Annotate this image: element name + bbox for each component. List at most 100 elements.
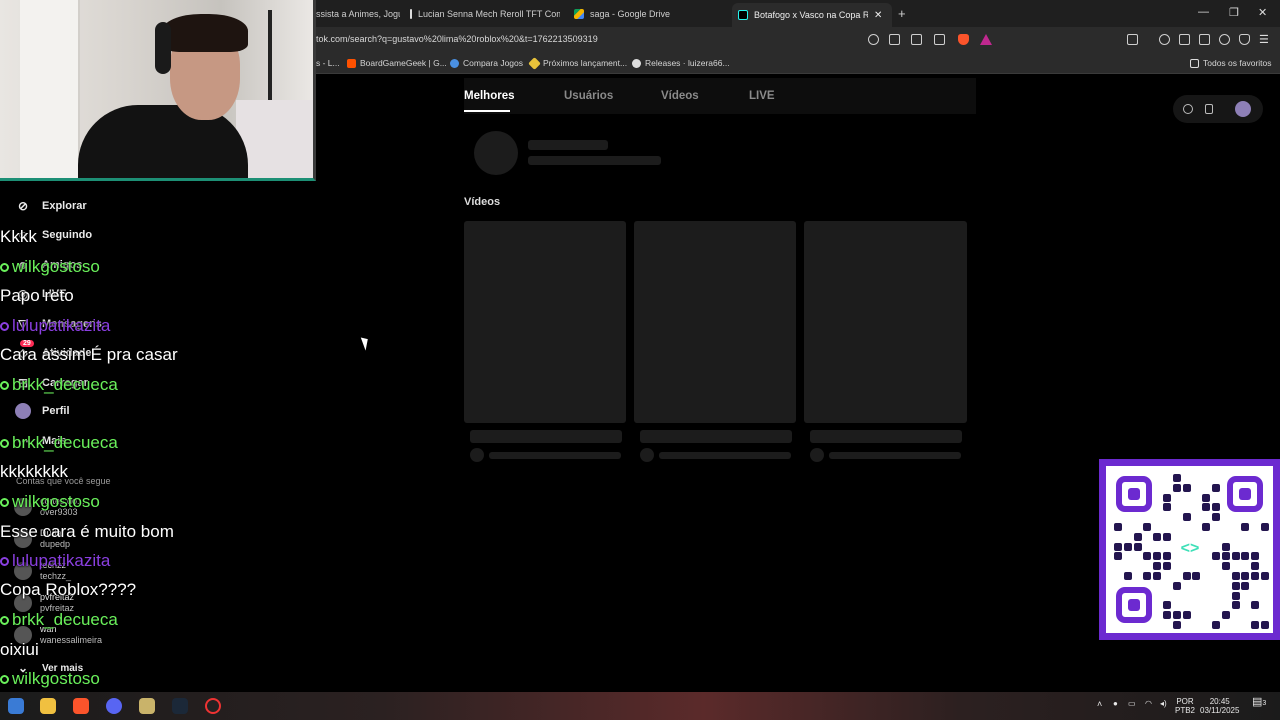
qr-module <box>1202 523 1211 531</box>
wifi-icon[interactable]: ◠ <box>1145 699 1152 708</box>
notifications-icon[interactable]: ▤3 <box>1252 697 1266 708</box>
qr-module <box>1221 552 1230 561</box>
qr-module <box>1182 513 1191 522</box>
video-author-avatar-skeleton <box>640 448 654 462</box>
start-icon[interactable] <box>8 698 24 714</box>
microphone-icon[interactable]: ● <box>1113 699 1118 708</box>
qr-module <box>1221 542 1230 551</box>
sidebar-item-live[interactable]: ◎ LIVE <box>14 285 67 303</box>
qr-module <box>1133 542 1142 551</box>
bookmark[interactable]: Compara Jogos <box>450 58 523 68</box>
brave-shield-icon[interactable] <box>958 34 969 45</box>
bookmark[interactable]: Próximos lançament... <box>528 56 627 70</box>
qr-module <box>1261 523 1269 531</box>
steam-icon[interactable] <box>172 698 188 714</box>
vpn-icon[interactable] <box>1239 34 1250 45</box>
profile-icon <box>14 402 32 420</box>
restore-icon[interactable]: ❐ <box>1229 6 1239 19</box>
sidebar-item-friends[interactable]: ☻ Amigos <box>14 256 83 274</box>
clock[interactable]: 20:45 03/11/2025 <box>1200 697 1239 715</box>
qr-module <box>1231 572 1240 580</box>
active-tab-indicator <box>464 110 510 112</box>
obs-icon[interactable] <box>205 698 221 714</box>
tracking-icon[interactable] <box>868 34 879 45</box>
sidebar-item-explore[interactable]: ⊘ Explorar <box>14 197 87 215</box>
qr-module <box>1143 552 1152 561</box>
all-bookmarks[interactable]: Todos os favoritos <box>1190 58 1272 68</box>
share-icon[interactable] <box>934 34 945 45</box>
translate-icon[interactable] <box>911 34 922 45</box>
sidebar-item-activity[interactable]: ◇ 29 Atividade <box>14 340 92 362</box>
qr-module <box>1182 611 1191 620</box>
video-author-skeleton <box>829 452 961 459</box>
browser-tab[interactable]: Lucian Senna Mech Reroll TFT Comp <box>410 4 560 23</box>
sidebar-item-upload[interactable]: ⊞ Carregar <box>14 374 88 392</box>
brave-icon[interactable] <box>73 698 89 714</box>
webcam-bed <box>236 100 313 178</box>
qr-module <box>1251 562 1260 571</box>
followed-account[interactable]: wan wanessalimeira <box>14 624 102 646</box>
video-title-skeleton <box>640 430 792 443</box>
followed-account[interactable]: techzz techzz_ <box>14 560 71 582</box>
videos-section-title: Vídeos <box>464 196 501 208</box>
wallet-icon[interactable] <box>1199 34 1210 45</box>
device-icon[interactable] <box>1205 104 1213 114</box>
tab-users[interactable]: Usuários <box>564 90 613 102</box>
brave-rewards-icon[interactable] <box>980 34 992 45</box>
sidebar-item-more[interactable]: ⋯ Mais <box>14 432 66 450</box>
bookmark[interactable]: s - L... <box>316 58 340 68</box>
bookmark[interactable]: BoardGameGeek | G... <box>347 58 447 68</box>
avatar <box>14 530 32 548</box>
qr-module <box>1153 562 1162 571</box>
media-icon[interactable] <box>1159 34 1170 45</box>
sidebar-toggle-icon[interactable] <box>1127 34 1138 45</box>
coin-icon[interactable] <box>1183 104 1193 114</box>
chevron-up-icon[interactable]: ˄ <box>1097 700 1102 709</box>
followed-account[interactable]: Duda dupedp <box>14 528 70 550</box>
discord-icon[interactable] <box>106 698 122 714</box>
url-field[interactable]: tok.com/search?q=gustavo%20lima%20roblox… <box>316 34 598 44</box>
browser-tab-active[interactable]: Botafogo x Vasco na Copa Robl ✕ <box>732 3 892 27</box>
upload-icon: ⊞ <box>17 376 29 390</box>
headphones-icon <box>155 22 171 74</box>
minimize-icon[interactable]: — <box>1198 6 1209 18</box>
avatar <box>14 562 32 580</box>
volume-icon[interactable]: ◂) <box>1160 699 1167 708</box>
input-language[interactable]: POR PTB2 <box>1175 697 1195 715</box>
search-tabs: Melhores Usuários Vídeos LIVE <box>464 78 976 114</box>
close-window-icon[interactable]: ✕ <box>1258 6 1267 19</box>
leo-icon[interactable] <box>1219 34 1230 45</box>
browser-tab[interactable]: ssista a Animes, Jogu <box>316 4 400 23</box>
bookmark[interactable]: Releases · luizera66... <box>632 58 730 68</box>
close-tab-icon[interactable]: ✕ <box>874 10 882 21</box>
menu-icon[interactable]: ☰ <box>1259 33 1269 46</box>
qr-module <box>1163 493 1171 502</box>
tab-live[interactable]: LIVE <box>749 90 775 102</box>
see-more-button[interactable]: ⌄ Ver mais <box>14 659 83 677</box>
tab-best[interactable]: Melhores <box>464 90 515 102</box>
qr-module <box>1251 601 1260 610</box>
file-explorer-icon[interactable] <box>40 698 56 714</box>
qr-module <box>1163 532 1171 541</box>
tab-label: ssista a Animes, Jogu <box>316 8 400 19</box>
streamer-body <box>78 105 248 178</box>
reading-list-icon[interactable] <box>1179 34 1190 45</box>
tab-videos[interactable]: Vídeos <box>661 90 699 102</box>
sidebar-item-messages[interactable]: ▽ Mensagens <box>14 315 102 333</box>
followed-account[interactable]: pvfreitaz pvfreitaz <box>14 592 74 614</box>
qr-module <box>1212 483 1220 492</box>
cast-icon[interactable] <box>889 34 900 45</box>
qr-module <box>1143 572 1152 580</box>
sidebar-item-profile[interactable]: Perfil <box>14 402 70 420</box>
avatar[interactable] <box>1235 101 1251 117</box>
sidebar-item-following[interactable]: ☺ Seguindo <box>14 226 92 244</box>
qr-module <box>1163 611 1171 620</box>
diamond-icon <box>528 56 541 70</box>
video-card-skeleton <box>634 221 796 423</box>
app-icon[interactable] <box>139 698 155 714</box>
new-tab-button[interactable]: + <box>898 4 906 23</box>
compass-icon: ⊘ <box>17 199 29 213</box>
browser-tab[interactable]: saga - Google Drive <box>574 4 724 23</box>
followed-account[interactable]: cortes do... over9303 <box>14 496 85 518</box>
monitor-icon[interactable]: ▭ <box>1128 699 1136 708</box>
